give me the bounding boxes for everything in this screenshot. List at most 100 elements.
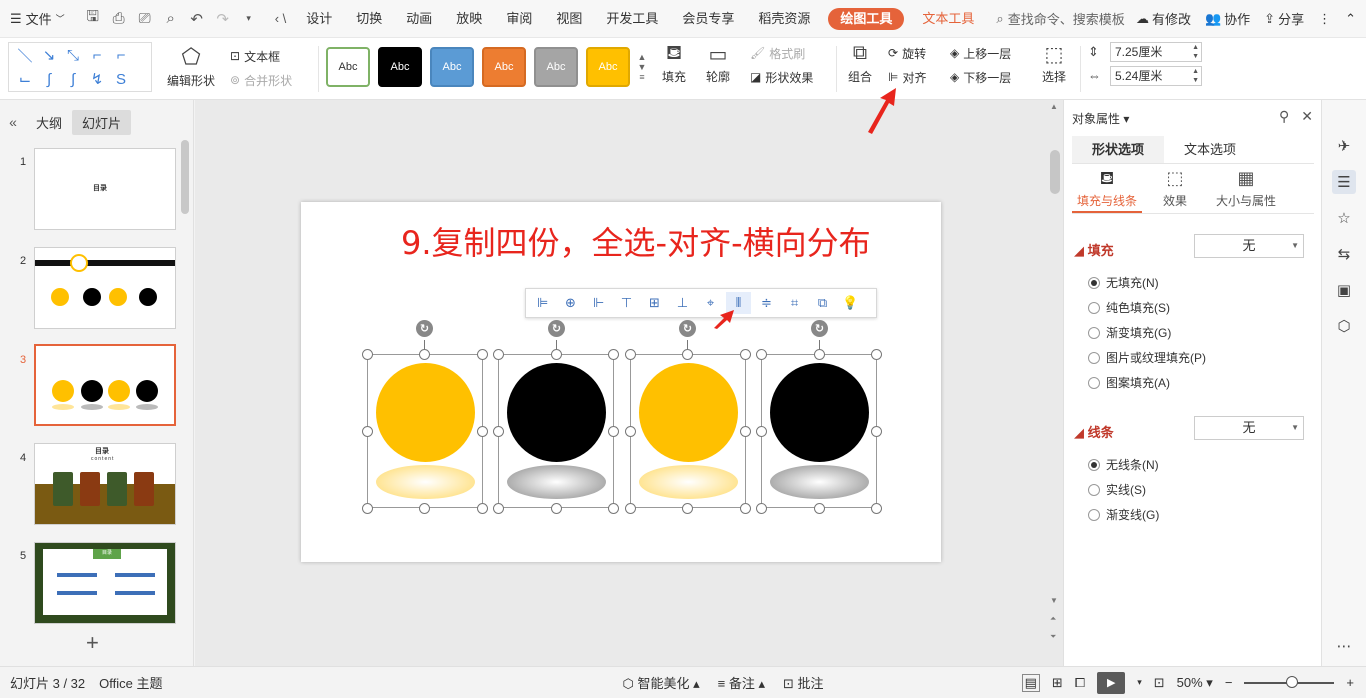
comments-button[interactable]: ⊡ 批注 (783, 673, 824, 692)
line-section-header[interactable]: ◢ 线条 (1074, 422, 1114, 441)
resize-handle[interactable] (362, 426, 373, 437)
resize-handle[interactable] (419, 503, 430, 514)
width-spinner[interactable]: ▲ ▼ (1192, 67, 1199, 85)
slide[interactable]: 9.复制四份，全选-对齐-横向分布 ⊫ ⊕ ⊩ ⊤ ⊞ ⊥ ⌖ ⫴ ≑ ⌗ ⧉ … (301, 202, 941, 562)
circle-shape[interactable] (639, 363, 738, 462)
group-button[interactable]: ⧉ 组合 (842, 42, 878, 85)
circle-group-1[interactable] (367, 354, 483, 508)
modify-button[interactable]: ☁ 有修改 (1136, 9, 1191, 28)
double-arrow-line-icon[interactable]: ⤡ (61, 43, 85, 67)
resize-handle[interactable] (362, 503, 373, 514)
tab-text-options[interactable]: 文本选项 (1164, 136, 1256, 163)
group-objects-icon[interactable]: ⧉ (810, 292, 835, 314)
resize-handle[interactable] (608, 503, 619, 514)
radio-solid-fill[interactable]: 纯色填充(S) (1088, 299, 1170, 316)
resize-handle[interactable] (756, 349, 767, 360)
slide-thumbnail-2[interactable] (34, 247, 176, 329)
resize-handle[interactable] (814, 503, 825, 514)
shape-effect-button[interactable]: ◪ 形状效果 (750, 66, 813, 88)
circle-shape[interactable] (376, 363, 475, 462)
freeform-icon[interactable]: S (109, 67, 133, 91)
collapse-ribbon-button[interactable]: ⌃ (1345, 11, 1356, 27)
scroll-up-icon[interactable]: ▲ (1050, 102, 1058, 111)
curved-arrow-icon[interactable]: ∫ (61, 67, 85, 91)
radio-button[interactable] (1088, 508, 1100, 521)
zoom-level[interactable]: 50% ▾ (1177, 675, 1213, 691)
save-icon[interactable]: 🖫 (83, 6, 103, 31)
redo-icon[interactable]: ↷ (213, 10, 233, 28)
align-top-icon[interactable]: ⊤ (614, 292, 639, 314)
elbow-double-arrow-icon[interactable]: ⌙ (13, 67, 37, 91)
tab-outline[interactable]: 大纲 (26, 110, 72, 135)
play-options-icon[interactable]: ▾ (1137, 677, 1142, 688)
merge-shape-button[interactable]: ⊚ 合并形状 (230, 68, 310, 92)
curved-double-arrow-icon[interactable]: ↯ (85, 67, 109, 91)
line-shape-gallery[interactable]: ＼ ↘ ⤡ ⌐ ⌐ ⌙ ∫ ∫ ↯ S (8, 42, 152, 92)
align-bottom-icon[interactable]: ⊥ (670, 292, 695, 314)
tab-developer[interactable]: 开发工具 (594, 0, 670, 38)
textbox-button[interactable]: ⊡ 文本框 (230, 44, 310, 68)
radio-gradient-fill[interactable]: 渐变填充(G) (1088, 324, 1171, 341)
circle-shape[interactable] (770, 363, 869, 462)
align-button[interactable]: ⊫ 对齐 (888, 66, 926, 88)
more-menu-button[interactable]: ⋮ (1318, 11, 1331, 27)
align-left-icon[interactable]: ⊫ (530, 292, 555, 314)
resize-handle[interactable] (493, 426, 504, 437)
design-icon[interactable]: ✈ (1332, 134, 1356, 158)
radio-gradient-line[interactable]: 渐变线(G) (1088, 506, 1159, 523)
rotate-handle-icon[interactable]: ↻ (548, 320, 565, 337)
tab-scroll-left[interactable]: ‹ \ (267, 11, 295, 26)
pin-icon[interactable]: ⚲ (1279, 108, 1289, 125)
shadow-ellipse[interactable] (770, 465, 869, 499)
resize-handle[interactable] (740, 426, 751, 437)
radio-button[interactable] (1088, 351, 1100, 364)
shadow-ellipse[interactable] (376, 465, 475, 499)
more-dots-icon[interactable]: ⋯ (1332, 634, 1356, 658)
resize-handle[interactable] (625, 503, 636, 514)
transition-icon[interactable]: ⇆ (1332, 242, 1356, 266)
fill-button[interactable]: ⛾ 填充 (656, 42, 692, 85)
arrow-line-icon[interactable]: ↘ (37, 43, 61, 67)
radio-button[interactable] (1088, 376, 1100, 389)
height-input[interactable]: 7.25厘米 ▲ ▼ (1110, 42, 1202, 62)
resize-handle[interactable] (477, 503, 488, 514)
resize-handle[interactable] (756, 426, 767, 437)
radio-no-line[interactable]: 无线条(N) (1088, 456, 1159, 473)
resize-handle[interactable] (871, 349, 882, 360)
align-right-icon[interactable]: ⊩ (586, 292, 611, 314)
bulb-icon[interactable]: 💡 (838, 292, 863, 314)
smart-icon[interactable]: ⬡ (1332, 314, 1356, 338)
subtab-effect[interactable]: ⬚ 效果 (1142, 168, 1208, 213)
shape-style-2[interactable]: Abc (378, 47, 422, 87)
outline-button[interactable]: ▭ 轮廓 (700, 42, 736, 85)
radio-picture-fill[interactable]: 图片或纹理填充(P) (1088, 349, 1206, 366)
resize-handle[interactable] (871, 503, 882, 514)
shadow-ellipse[interactable] (639, 465, 738, 499)
canvas-vertical-scrollbar[interactable]: ▲ ▼ ⏶ ⏷ (1047, 100, 1063, 666)
slide-sorter-icon[interactable]: ⊞ (1052, 675, 1063, 691)
scroll-down-icon[interactable]: ▼ (1050, 596, 1058, 605)
slide-thumbnail-4[interactable]: 目录 content (34, 443, 176, 525)
print-icon[interactable]: ⎚ (135, 10, 155, 27)
fit-window-icon[interactable]: ⊡ (1154, 675, 1165, 691)
tab-shape-options[interactable]: 形状选项 (1072, 136, 1164, 163)
rotate-handle-icon[interactable]: ↻ (416, 320, 433, 337)
reading-view-icon[interactable]: ⧠ (1075, 675, 1085, 691)
tab-view[interactable]: 视图 (544, 0, 594, 38)
export-pdf-icon[interactable]: ⎙ (109, 10, 129, 27)
resize-handle[interactable] (551, 503, 562, 514)
more-icon[interactable]: ▾ (239, 13, 259, 24)
shape-style-5[interactable]: Abc (534, 47, 578, 87)
rotate-handle-icon[interactable]: ↻ (679, 320, 696, 337)
slide-thumbnail-1[interactable]: 目录 (34, 148, 176, 230)
resize-handle[interactable] (625, 426, 636, 437)
height-spinner[interactable]: ▲ ▼ (1192, 43, 1199, 61)
command-search[interactable]: ⌕ 查找命令、搜索模板 (986, 9, 1134, 28)
next-slide-icon[interactable]: ⏷ (1050, 632, 1056, 642)
shape-style-6[interactable]: Abc (586, 47, 630, 87)
theme-name[interactable]: Office 主题 (99, 673, 162, 692)
radio-pattern-fill[interactable]: 图案填充(A) (1088, 374, 1170, 391)
radio-button[interactable] (1088, 326, 1100, 339)
subtab-size[interactable]: ▦ 大小与属性 (1208, 168, 1284, 213)
zoom-out-icon[interactable]: − (1225, 675, 1233, 690)
